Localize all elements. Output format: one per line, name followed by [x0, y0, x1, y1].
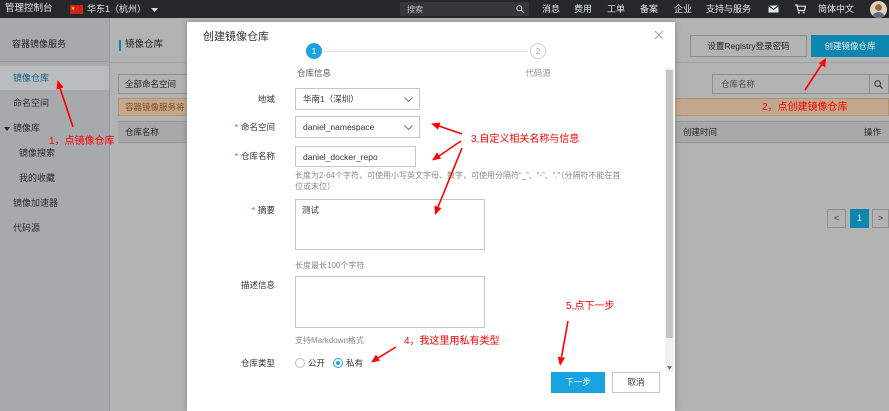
chevron-down-icon	[404, 97, 413, 102]
close-icon[interactable]	[654, 30, 664, 40]
create-repository-button[interactable]: 创建镜像仓库	[811, 35, 889, 57]
column-header-repo-name: 仓库名称	[125, 127, 160, 137]
dialog-scrollbar[interactable]	[665, 68, 674, 372]
nav-support[interactable]: 支持与服务	[706, 0, 751, 18]
pagination-prev-button[interactable]: <	[827, 209, 846, 228]
nav-billing[interactable]: 费用	[574, 0, 592, 18]
china-flag-icon	[70, 5, 83, 14]
namespace-select-value: daniel_namespace	[303, 122, 375, 132]
top-navigation-bar: 管理控制台 华东1（杭州） 消息 费用 工单 备案 企业 支持与服务	[0, 0, 889, 18]
region-label-text: 地域	[257, 94, 275, 104]
summary-label: 摘要	[187, 204, 275, 216]
sidebar-item-label: 命名空间	[13, 98, 50, 108]
nav-messages[interactable]: 消息	[542, 0, 560, 18]
namespace-filter-value: 全部命名空间	[125, 79, 177, 89]
sidebar-item-label: 镜像加速器	[13, 198, 59, 208]
sidebar-group-image-library[interactable]: 镜像库	[0, 116, 109, 140]
sidebar-item-code-source[interactable]: 代码源	[0, 216, 109, 240]
summary-help: 长度最长100个字符	[295, 261, 365, 270]
user-avatar-icon	[872, 4, 885, 18]
namespace-select[interactable]: daniel_namespace	[295, 116, 420, 138]
namespace-label: 命名空间	[187, 116, 275, 138]
language-selector[interactable]: 简体中文	[818, 0, 854, 18]
pagination-page-1[interactable]: 1	[850, 209, 869, 228]
repo-name-label: 仓库名称	[187, 146, 275, 167]
search-icon	[874, 80, 883, 89]
set-registry-password-button[interactable]: 设置Registry登录密码	[690, 35, 807, 57]
create-repository-dialog: 创建镜像仓库 1 仓库信息 2 代码源 地域 华南1（深圳） 命名空间 dani…	[187, 22, 675, 411]
scroll-down-arrow-icon[interactable]	[667, 366, 672, 370]
next-step-button[interactable]: 下一步	[551, 372, 605, 393]
global-search-input[interactable]	[400, 2, 512, 16]
nav-tickets[interactable]: 工单	[607, 0, 625, 18]
mail-icon[interactable]	[768, 5, 779, 13]
sidebar: 容器镜像服务 镜像仓库 命名空间 镜像库 镜像搜索 我的收藏 镜像加速器 代码源	[0, 18, 110, 411]
summary-textarea[interactable]: 测试	[295, 199, 485, 250]
sidebar-item-label: 镜像库	[13, 123, 41, 133]
step-connector	[324, 51, 528, 52]
pagination-next-button[interactable]: >	[872, 209, 889, 228]
description-label: 描述信息	[187, 279, 275, 291]
triangle-down-icon	[4, 126, 10, 131]
title-accent-bar	[119, 40, 121, 51]
step-label: 仓库信息	[296, 68, 331, 78]
console-home-link[interactable]: 管理控制台	[5, 0, 53, 18]
dialog-title: 创建镜像仓库	[203, 31, 269, 43]
page: 管理控制台 华东1（杭州） 消息 费用 工单 备案 企业 支持与服务	[0, 0, 889, 411]
repository-search-button[interactable]	[870, 74, 889, 94]
repo-type-label: 仓库类型	[187, 356, 275, 370]
sidebar-item-image-accelerator[interactable]: 镜像加速器	[0, 191, 109, 215]
column-header-created-time: 创建时间	[683, 127, 718, 137]
caret-down-icon	[150, 7, 158, 12]
repo-name-input[interactable]	[295, 146, 416, 167]
description-label-text: 描述信息	[240, 280, 275, 290]
chevron-down-icon	[404, 125, 413, 130]
sidebar-item-favorites[interactable]: 我的收藏	[0, 166, 109, 190]
sidebar-item-label: 镜像仓库	[13, 73, 50, 83]
sidebar-item-label: 我的收藏	[19, 173, 56, 183]
cart-icon[interactable]	[795, 4, 806, 14]
repo-type-public-radio[interactable]	[295, 358, 305, 368]
avatar[interactable]	[870, 1, 887, 18]
notice-text: 容器镜像服务将	[125, 102, 185, 112]
cancel-button[interactable]: 取消	[612, 372, 660, 393]
repo-type-public-label[interactable]: 公开	[308, 356, 325, 370]
nav-icp-filing[interactable]: 备案	[640, 0, 658, 18]
sidebar-title: 容器镜像服务	[0, 26, 109, 62]
sidebar-item-image-search[interactable]: 镜像搜索	[0, 141, 109, 165]
global-search	[400, 2, 529, 16]
step-number: 1	[306, 43, 322, 59]
region-label: 地域	[187, 88, 275, 110]
region-label: 华东1（杭州）	[87, 4, 147, 14]
description-help: 支持Markdown格式	[295, 336, 364, 345]
description-textarea[interactable]	[295, 276, 485, 328]
sidebar-item-namespaces[interactable]: 命名空间	[0, 91, 109, 115]
summary-label-text: 摘要	[257, 205, 275, 215]
scrollbar-thumb[interactable]	[666, 70, 673, 338]
repo-type-private-label[interactable]: 私有	[346, 356, 363, 370]
step-number: 2	[530, 43, 546, 59]
repository-search-input[interactable]	[712, 74, 870, 94]
region-selector[interactable]: 华东1（杭州）	[87, 0, 158, 18]
region-select[interactable]: 华南1（深圳）	[295, 88, 420, 110]
sidebar-item-label: 镜像搜索	[19, 148, 56, 158]
repo-type-label-text: 仓库类型	[240, 358, 275, 368]
repo-name-label-text: 仓库名称	[240, 151, 275, 161]
region-select-value: 华南1（深圳）	[303, 94, 359, 104]
column-header-actions: 操作	[864, 127, 882, 137]
sidebar-item-label: 代码源	[13, 223, 41, 233]
repo-name-help: 长度为2-64个字符，可使用小写英文字母、数字，可使用分隔符“_”、“-”、“.…	[295, 171, 621, 191]
sidebar-item-repositories[interactable]: 镜像仓库	[0, 66, 109, 90]
page-title: 镜像仓库	[125, 39, 164, 50]
namespace-label-text: 命名空间	[240, 122, 275, 132]
search-icon[interactable]	[516, 5, 524, 13]
nav-enterprise[interactable]: 企业	[674, 0, 692, 18]
step-label: 代码源	[525, 68, 551, 78]
repo-type-private-radio[interactable]	[333, 358, 343, 368]
